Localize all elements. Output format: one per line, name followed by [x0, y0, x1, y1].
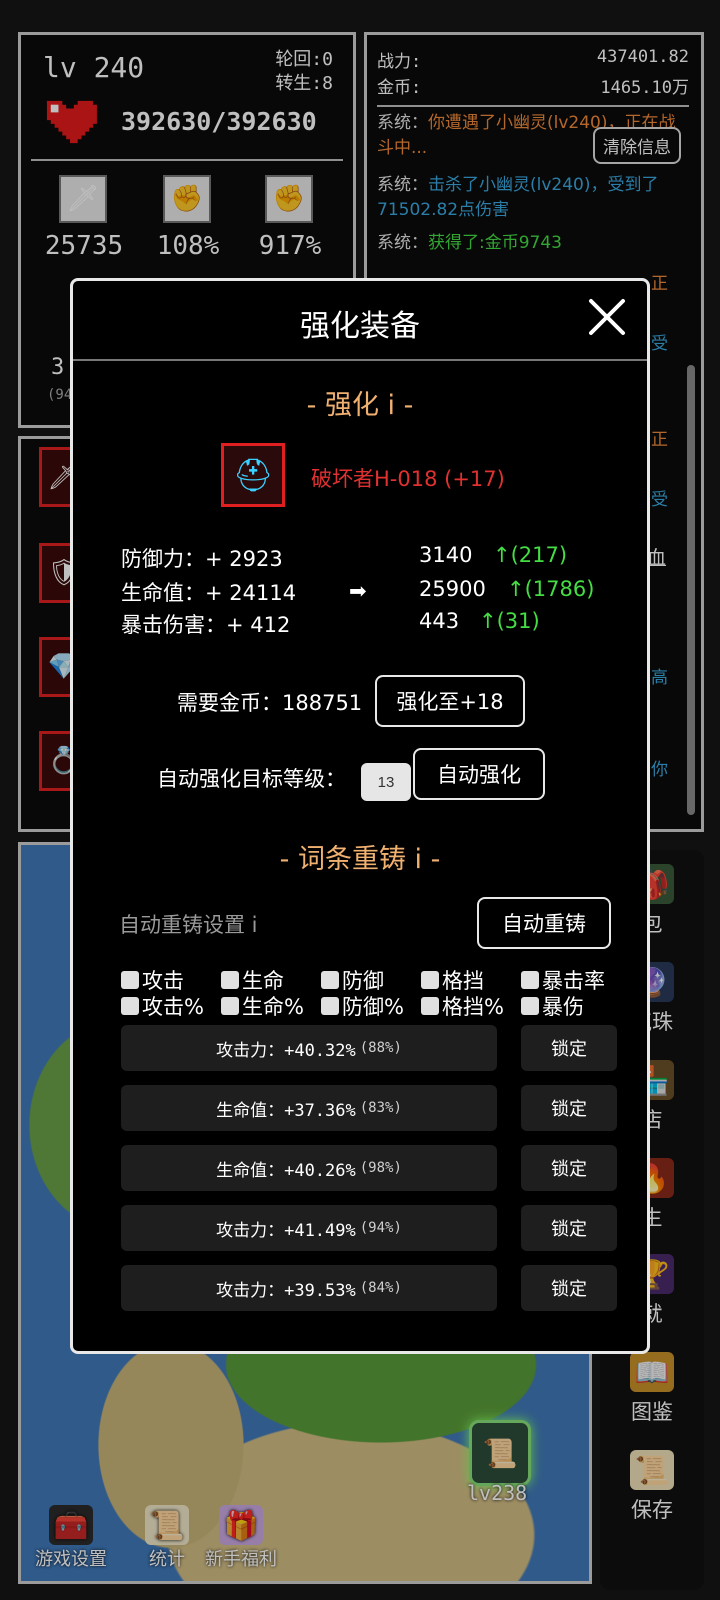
- checkbox-icon: [321, 997, 339, 1015]
- checkbox-icon: [421, 971, 439, 989]
- auto-enhance-button[interactable]: 自动强化: [413, 748, 545, 800]
- stat-current: 防御力：+ 2923: [121, 547, 283, 571]
- affix-row: 生命值：+37.36% (83%): [121, 1085, 497, 1131]
- auto-reforge-settings[interactable]: 自动重铸设置 i: [119, 909, 258, 939]
- stat-delta: ↑(217): [493, 543, 568, 567]
- affix-quality: (98%): [359, 1160, 402, 1176]
- lock-affix-button[interactable]: 锁定: [521, 1025, 617, 1071]
- stat-new-value: 3140: [419, 543, 473, 567]
- stat-current: 暴击伤害：+ 412: [121, 613, 291, 637]
- lock-affix-button[interactable]: 锁定: [521, 1265, 617, 1311]
- stat-current: 生命值：+ 24114: [121, 581, 297, 605]
- stat-new-value: 25900: [419, 577, 486, 601]
- filter-defense-pct-checkbox[interactable]: 防御%: [321, 991, 421, 1021]
- affix-text: 生命值：+37.36%: [216, 1100, 356, 1121]
- checkbox-icon: [121, 997, 139, 1015]
- filter-attack-pct-checkbox[interactable]: 攻击%: [121, 991, 221, 1021]
- checkbox-label: 防御%: [342, 995, 404, 1019]
- affix-row: 生命值：+40.26% (98%): [121, 1145, 497, 1191]
- reforge-filter-row: 攻击% 生命% 防御% 格挡% 暴伤: [121, 991, 621, 1021]
- arrow-icon: ➡: [349, 579, 367, 603]
- divider: [73, 359, 647, 361]
- enhance-cost: 需要金币：188751: [177, 691, 363, 715]
- affix-quality: (88%): [359, 1040, 402, 1056]
- auto-reforge-button[interactable]: 自动重铸: [477, 897, 611, 949]
- close-icon[interactable]: [585, 295, 629, 339]
- affix-row: 攻击力：+41.49% (94%): [121, 1205, 497, 1251]
- stat-delta: ↑(1786): [507, 577, 595, 601]
- checkbox-icon: [321, 971, 339, 989]
- stat-delta: ↑(31): [479, 609, 540, 633]
- lock-affix-button[interactable]: 锁定: [521, 1145, 617, 1191]
- affix-row: 攻击力：+40.32% (88%): [121, 1025, 497, 1071]
- checkbox-label: 生命%: [242, 995, 304, 1019]
- auto-target-level-input[interactable]: [361, 763, 411, 801]
- stat-new-value: 443: [419, 609, 460, 633]
- equipment-helmet-icon: ⛑: [221, 443, 285, 507]
- checkbox-icon: [221, 997, 239, 1015]
- affix-text: 攻击力：+39.53%: [216, 1280, 356, 1301]
- item-name: 破坏者H-018 (+17): [311, 467, 505, 491]
- affix-quality: (83%): [359, 1100, 402, 1116]
- filter-crit-damage-checkbox[interactable]: 暴伤: [521, 991, 621, 1021]
- checkbox-icon: [221, 971, 239, 989]
- affix-text: 攻击力：+40.32%: [216, 1040, 356, 1061]
- affix-text: 生命值：+40.26%: [216, 1160, 356, 1181]
- checkbox-label: 攻击%: [142, 995, 204, 1019]
- checkbox-label: 暴伤: [542, 995, 584, 1019]
- enhance-section-title[interactable]: - 强化 i -: [73, 383, 647, 422]
- checkbox-icon: [121, 971, 139, 989]
- enhance-equipment-dialog: 强化装备 - 强化 i - ⛑ 破坏者H-018 (+17) 防御力：+ 292…: [70, 278, 650, 1354]
- affix-quality: (84%): [359, 1280, 402, 1296]
- checkbox-icon: [521, 997, 539, 1015]
- dialog-title: 强化装备: [300, 309, 420, 344]
- filter-block-pct-checkbox[interactable]: 格挡%: [421, 991, 521, 1021]
- affix-quality: (94%): [359, 1220, 402, 1236]
- affix-row: 攻击力：+39.53% (84%): [121, 1265, 497, 1311]
- affix-text: 攻击力：+41.49%: [216, 1220, 356, 1241]
- enhance-button[interactable]: 强化至+18: [375, 675, 525, 727]
- lock-affix-button[interactable]: 锁定: [521, 1085, 617, 1131]
- auto-target-label: 自动强化目标等级：: [157, 767, 346, 791]
- checkbox-icon: [521, 971, 539, 989]
- lock-affix-button[interactable]: 锁定: [521, 1205, 617, 1251]
- checkbox-icon: [421, 997, 439, 1015]
- checkbox-label: 格挡%: [442, 995, 504, 1019]
- reforge-section-title[interactable]: - 词条重铸 i -: [73, 837, 647, 876]
- filter-hp-pct-checkbox[interactable]: 生命%: [221, 991, 321, 1021]
